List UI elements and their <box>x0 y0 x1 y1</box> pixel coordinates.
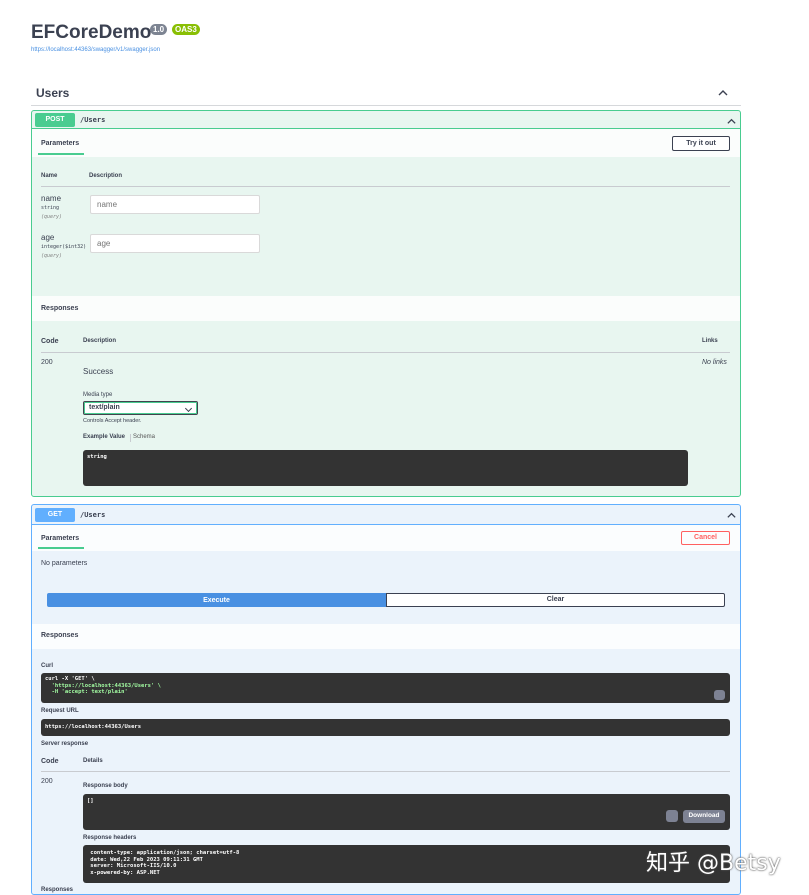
param-age-type: integer($int32) <box>41 244 87 250</box>
response-table-divider <box>41 352 730 353</box>
tag-title[interactable]: Users <box>36 86 69 100</box>
get-method-badge[interactable]: GET <box>35 508 75 522</box>
example-value-code: string <box>83 450 688 486</box>
curl-line: 'https://localhost:44363/Users' \ <box>45 682 161 689</box>
tag-divider <box>31 105 741 106</box>
watermark: 知乎 @Betsy <box>646 851 781 876</box>
request-url-label: Request URL <box>41 708 79 714</box>
header-line: content-type: application/json; charset=… <box>87 850 240 856</box>
responses-title: Responses <box>41 305 79 312</box>
media-type-select[interactable]: text/plain <box>83 401 198 415</box>
curl-code: curl -X 'GET' \ 'https://localhost:44363… <box>41 673 730 703</box>
response-description: Success <box>83 367 114 376</box>
media-type-label: Media type <box>83 392 113 398</box>
get-responses-header <box>32 624 740 649</box>
response-body-label: Response body <box>83 783 128 789</box>
api-title: EFCoreDemo <box>31 22 152 43</box>
col-code-header: Code <box>41 758 59 765</box>
chevron-down-icon <box>184 404 193 413</box>
clear-button[interactable]: Clear <box>386 593 725 607</box>
media-type-value: text/plain <box>89 404 120 411</box>
tab-underline <box>38 153 84 155</box>
name-input[interactable] <box>90 195 260 214</box>
param-table-divider <box>41 186 730 187</box>
response-body-code: [] <box>83 794 730 830</box>
tab-underline <box>38 547 84 549</box>
download-button[interactable]: Download <box>683 810 725 823</box>
post-responses-header <box>32 296 740 321</box>
param-name-in: (query) <box>41 214 63 220</box>
oas-badge: OAS3 <box>172 24 200 35</box>
server-response-code: 200 <box>41 778 53 785</box>
curl-label: Curl <box>41 663 53 669</box>
copy-icon[interactable] <box>714 690 725 700</box>
cancel-button[interactable]: Cancel <box>681 531 730 545</box>
server-response-divider <box>41 771 730 772</box>
tab-parameters[interactable]: Parameters <box>41 535 79 542</box>
get-params-header <box>32 525 740 551</box>
col-name-header: Name <box>41 173 58 179</box>
chevron-up-icon[interactable] <box>717 87 729 99</box>
execute-button[interactable]: Execute <box>47 593 386 607</box>
response-headers-label: Response headers <box>83 835 137 841</box>
post-path[interactable]: /Users <box>80 116 105 124</box>
responses-title: Responses <box>41 632 79 639</box>
try-it-out-button[interactable]: Try it out <box>672 136 730 151</box>
param-age-in: (query) <box>41 253 63 259</box>
col-code-header: Code <box>41 338 59 345</box>
response-links: No links <box>702 359 727 366</box>
col-links-header: Links <box>702 338 718 344</box>
col-description-header: Description <box>89 173 123 179</box>
version-badge: 1.0 <box>150 24 168 35</box>
post-params-header <box>32 129 740 157</box>
copy-icon[interactable] <box>666 810 678 822</box>
response-headers-code: content-type: application/json; charset=… <box>83 845 730 883</box>
tab-separator <box>130 434 131 442</box>
server-response-label: Server response <box>41 741 89 747</box>
param-name-label: name <box>41 194 62 203</box>
chevron-up-icon[interactable] <box>726 510 737 521</box>
responses-title: Responses <box>41 887 74 893</box>
request-url-value: https://localhost:44363/Users <box>41 719 730 736</box>
header-line: date: Wed,22 Feb 2023 09:11:31 GMT <box>87 856 203 863</box>
spec-url-link[interactable]: https://localhost:44363/swagger/v1/swagg… <box>31 47 160 53</box>
param-name-type: string <box>41 205 60 211</box>
no-parameters-text: No parameters <box>41 560 88 567</box>
header-line: server: Microsoft-IIS/10.0 <box>87 863 177 869</box>
chevron-up-icon[interactable] <box>726 116 737 127</box>
col-details-header: Details <box>83 758 103 764</box>
tab-schema[interactable]: Schema <box>133 434 155 440</box>
response-code: 200 <box>41 359 53 366</box>
curl-line: -H 'accept: text/plain' <box>45 689 128 695</box>
col-resp-description-header: Description <box>83 338 117 344</box>
get-path[interactable]: /Users <box>80 511 105 519</box>
post-method-badge[interactable]: POST <box>35 113 75 127</box>
header-line: x-powered-by: ASP.NET <box>87 869 160 876</box>
controls-hint: Controls Accept header. <box>83 418 142 424</box>
age-input[interactable] <box>90 234 260 253</box>
tab-example-value[interactable]: Example Value <box>83 434 125 440</box>
param-age-label: age <box>41 233 55 242</box>
curl-line: curl -X 'GET' \ <box>45 676 95 682</box>
tab-parameters[interactable]: Parameters <box>41 140 79 147</box>
